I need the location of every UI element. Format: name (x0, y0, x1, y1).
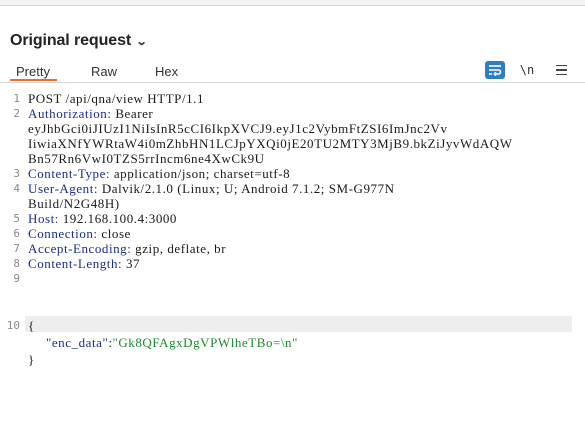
header-accept-encoding: Accept-Encoding: gzip, deflate, br (28, 241, 226, 256)
bearer-token-part: Bn57Rn6VwI0TZS5rrIncm6ne4XwCk9U (28, 151, 265, 166)
line-number: 9 (13, 272, 20, 285)
header-name: Content-Length: (28, 256, 123, 271)
line-number: 6 (13, 227, 20, 240)
header-value: 37 (122, 256, 141, 271)
json-key: "enc_data" (46, 335, 109, 350)
line-number: 5 (13, 212, 20, 225)
line-number: 8 (13, 257, 20, 270)
header-host: Host: 192.168.100.4:3000 (28, 211, 177, 226)
line-number: 3 (13, 167, 20, 180)
header-content-length: Content-Length: 37 (28, 256, 140, 271)
header-content-type: Content-Type: application/json; charset=… (28, 166, 290, 181)
newline-toggle-button[interactable]: \n (517, 61, 537, 79)
panel-title[interactable]: Original request ⌄ (10, 31, 148, 51)
header-value: gzip, deflate, br (131, 241, 227, 256)
json-brace-close: } (28, 352, 35, 367)
request-editor[interactable]: 1 POST /api/qna/view HTTP/1.1 2 Authoriz… (0, 89, 585, 427)
header-name: Host: (28, 211, 59, 226)
bearer-token-part: IiwiaXNfYWRtaW4i0mZhbHN1LCJpYXQi0jE20TU2… (28, 136, 513, 151)
header-name: Accept-Encoding: (28, 241, 132, 256)
tab-pretty[interactable]: Pretty (16, 64, 50, 79)
top-border (0, 0, 585, 6)
hamburger-menu-icon[interactable] (552, 61, 570, 79)
header-authorization: Authorization: Bearer (28, 106, 153, 121)
word-wrap-icon (489, 65, 502, 76)
header-user-agent: User-Agent: Dalvik/2.1.0 (Linux; U; Andr… (28, 181, 395, 196)
header-value: application/json; charset=utf-8 (110, 166, 291, 181)
line-number: 1 (13, 92, 20, 105)
header-name: Authorization: (28, 106, 112, 121)
header-name: Content-Type: (28, 166, 111, 181)
header-connection: Connection: close (28, 226, 131, 241)
chevron-down-icon[interactable]: ⌄ (136, 35, 148, 48)
header-value: Dalvik/2.1.0 (Linux; U; Android 7.1.2; S… (98, 181, 395, 196)
header-value: Bearer (111, 106, 154, 121)
header-value-continued: Build/N2G48H) (28, 196, 120, 211)
header-value: 192.168.100.4:3000 (58, 211, 177, 226)
active-tab-indicator (10, 79, 57, 81)
request-line: POST /api/qna/view HTTP/1.1 (28, 91, 205, 106)
header-name: User-Agent: (28, 181, 99, 196)
line-number: 7 (13, 242, 20, 255)
panel-title-text: Original request (10, 32, 132, 49)
tab-hex[interactable]: Hex (155, 64, 178, 79)
line-number: 4 (13, 182, 20, 195)
header-value: close (97, 226, 131, 241)
line-number: 10 (6, 319, 20, 332)
json-pair: "enc_data":"Gk8QFAgxDgVPWlheTBo=\n" (46, 335, 298, 350)
word-wrap-button[interactable] (485, 61, 505, 79)
header-name: Connection: (28, 226, 98, 241)
bearer-token-part: eyJhbGci0iJIUzI1NiIsInR5cCI6IkpXVCJ9.eyJ… (28, 121, 448, 136)
json-brace-open: { (28, 318, 35, 333)
tab-raw[interactable]: Raw (91, 64, 117, 79)
line-number: 2 (13, 107, 20, 120)
current-line-highlight (25, 316, 572, 332)
json-value: "Gk8QFAgxDgVPWlheTBo=\n" (112, 335, 298, 350)
tabs-divider (0, 82, 585, 83)
